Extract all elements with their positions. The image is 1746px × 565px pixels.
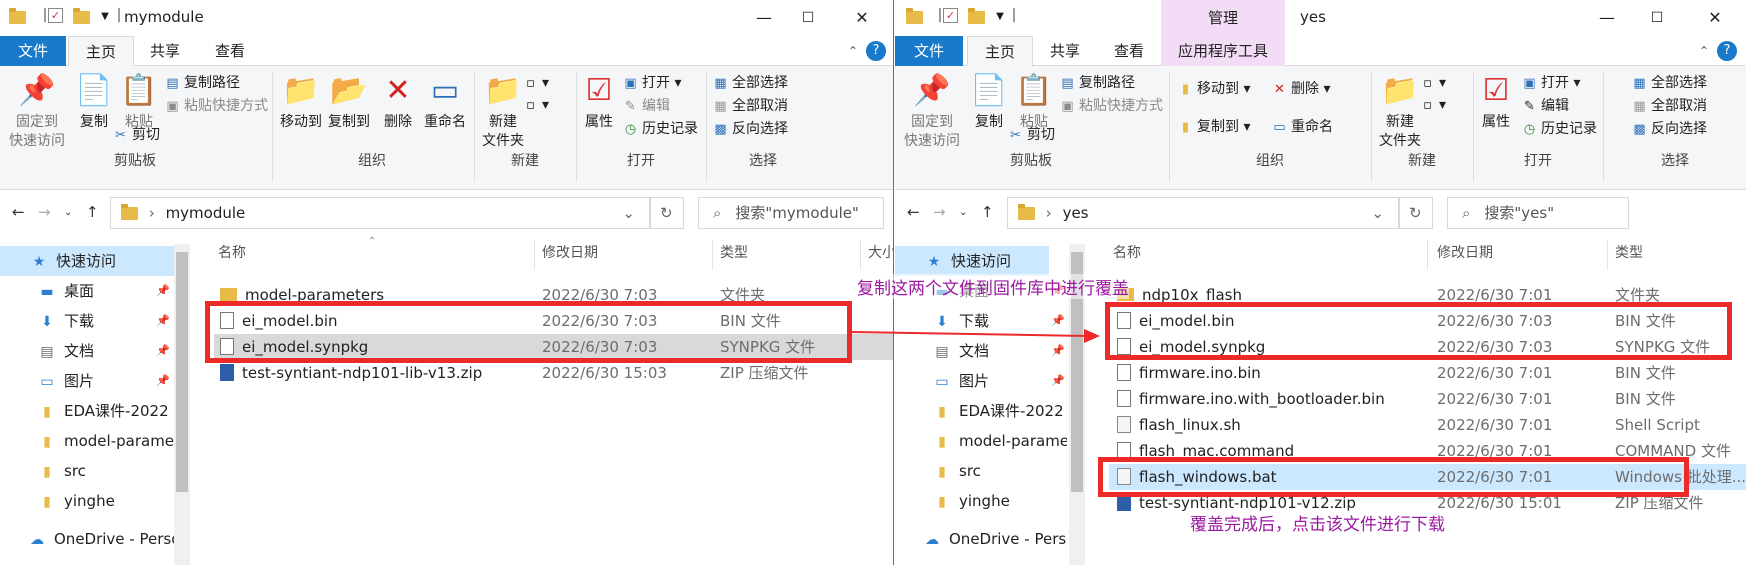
- copy-annotation: 复制这两个文件到固件库中进行覆盖: [857, 274, 1129, 299]
- annotation-arrow-head: [1084, 329, 1100, 343]
- download-annotation: 覆盖完成后，点击该文件进行下载: [1190, 510, 1445, 535]
- annotation-arrow-line: [851, 331, 1089, 337]
